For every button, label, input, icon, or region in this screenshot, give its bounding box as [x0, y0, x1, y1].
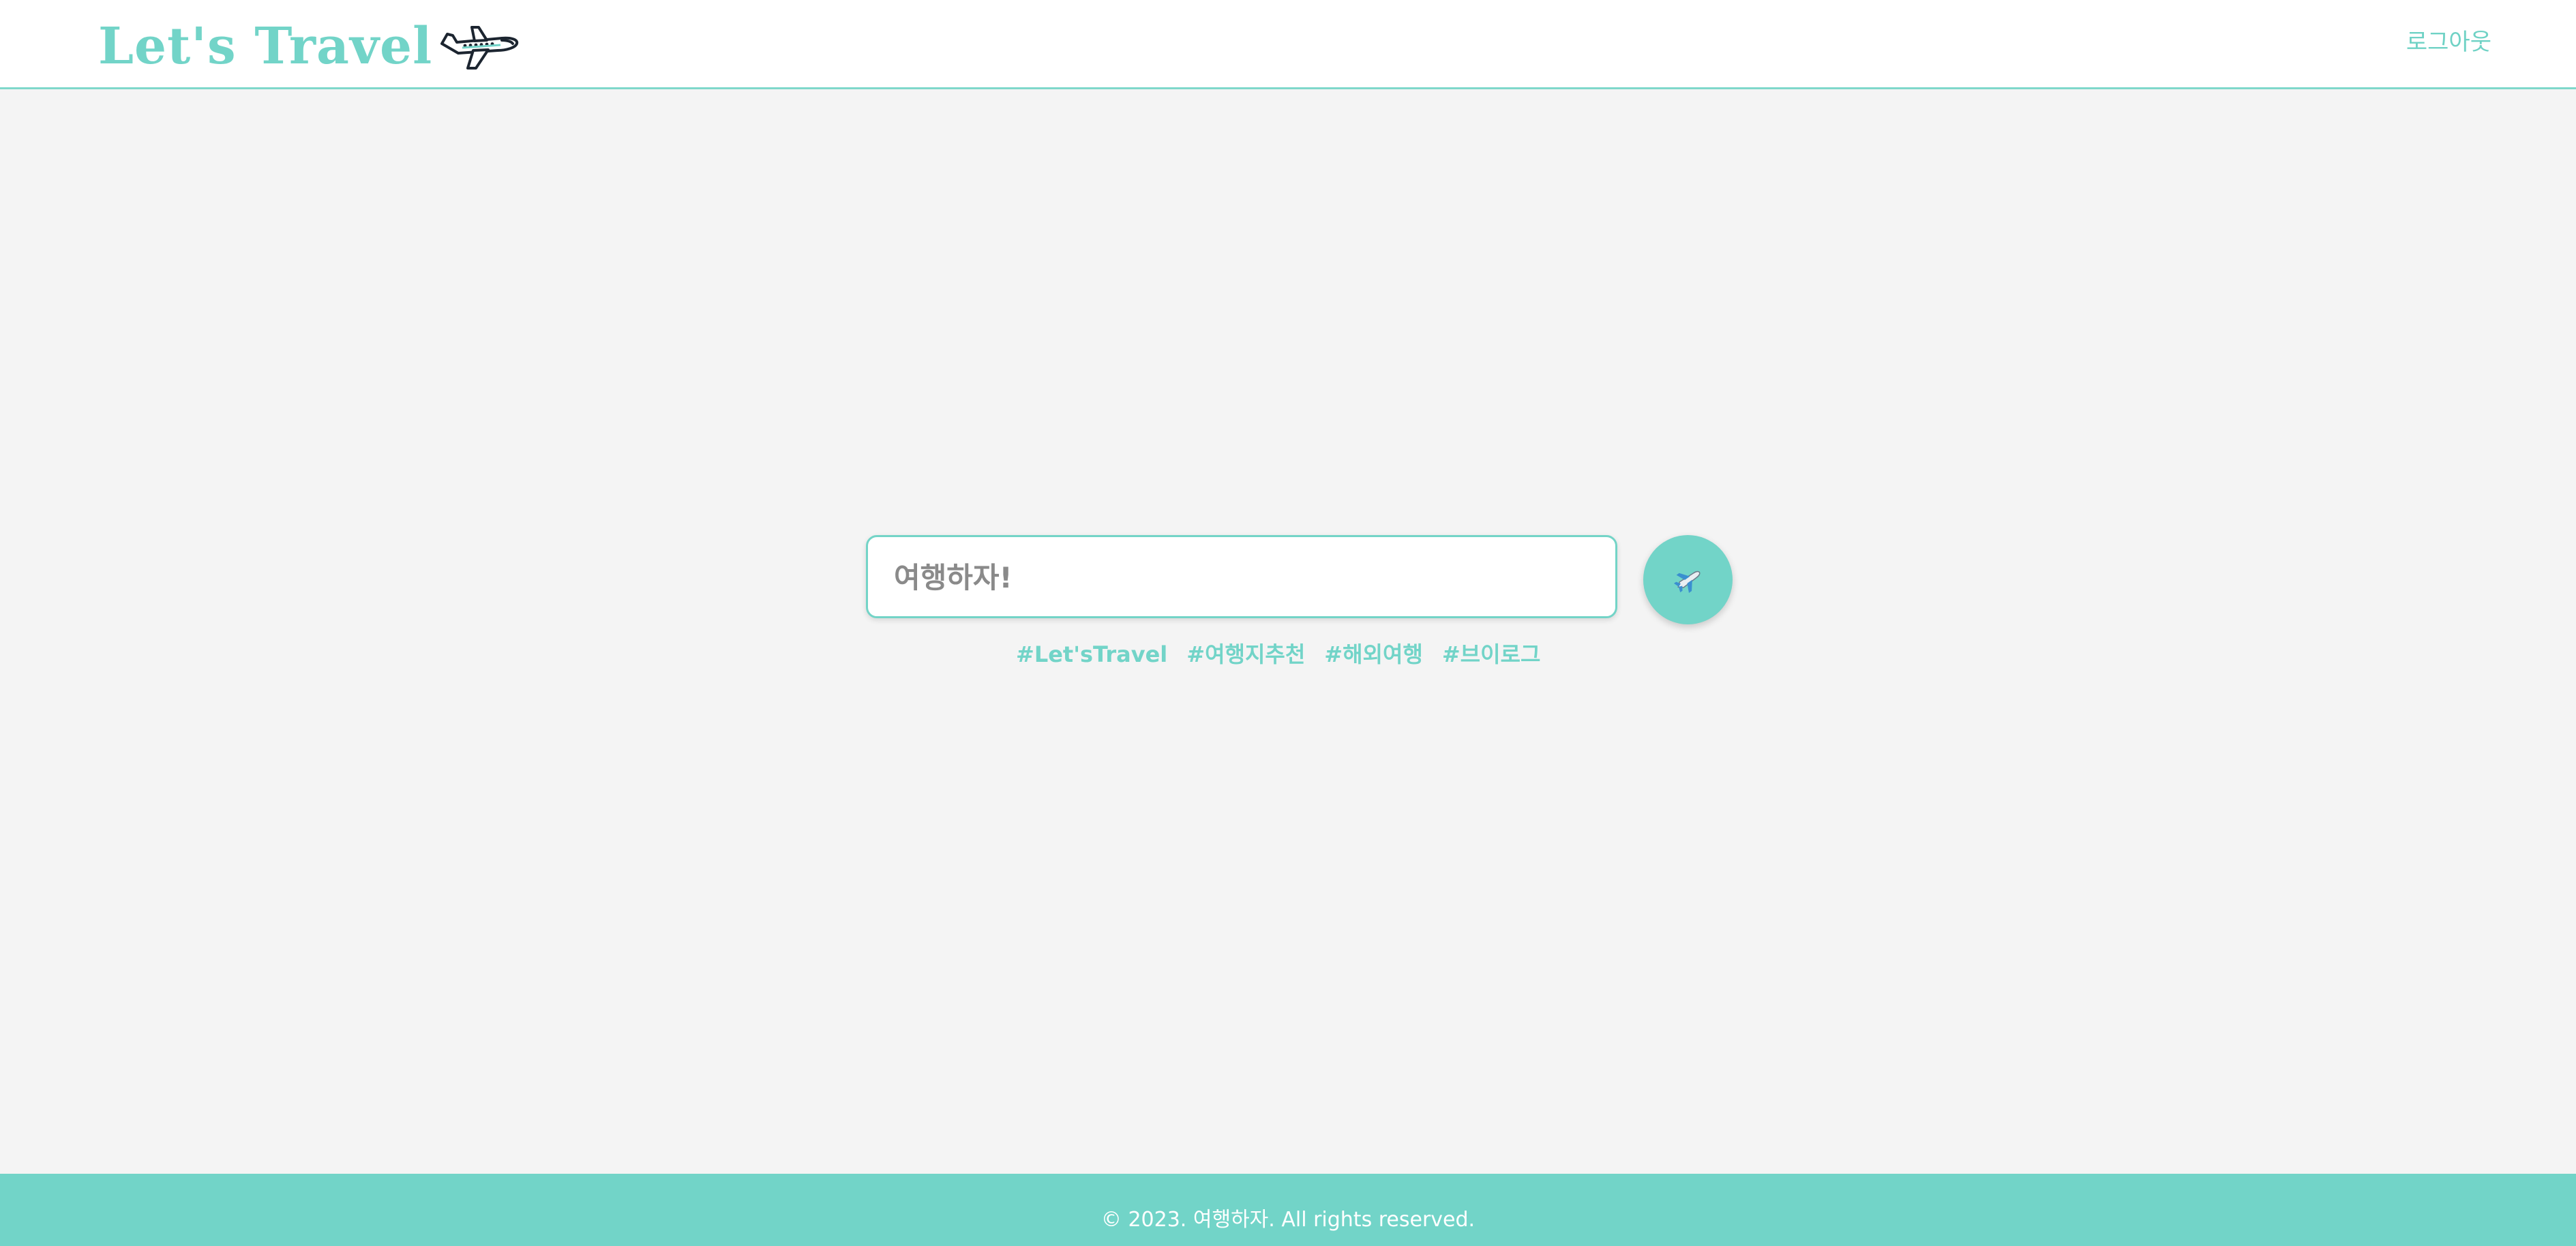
search-button[interactable] — [1643, 535, 1733, 624]
hashtag-lets-travel[interactable]: #Let'sTravel — [1016, 637, 1167, 671]
hashtag-overseas-travel[interactable]: #해외여행 — [1324, 637, 1423, 671]
search-box — [866, 535, 1617, 618]
logout-link[interactable]: 로그아웃 — [2406, 23, 2491, 61]
hashtag-list: #Let'sTravel #여행지추천 #해외여행 #브이로그 — [1016, 637, 1540, 671]
copyright-text: © 2023. 여행하자. All rights reserved. — [1100, 1208, 1476, 1232]
logo[interactable]: Let's Travel — [98, 12, 521, 80]
site-footer: © 2023. 여행하자. All rights reserved. — [0, 1174, 2576, 1246]
hashtag-vlog[interactable]: #브이로그 — [1442, 637, 1541, 671]
logo-text: Let's Travel — [98, 17, 433, 76]
site-header: Let's Travel 로그아웃 — [0, 0, 2576, 89]
airplane-icon — [440, 26, 519, 70]
airplane-icon — [1673, 571, 1701, 593]
hashtag-travel-recommendation[interactable]: #여행지추천 — [1186, 637, 1305, 671]
search-input[interactable] — [893, 537, 1591, 618]
